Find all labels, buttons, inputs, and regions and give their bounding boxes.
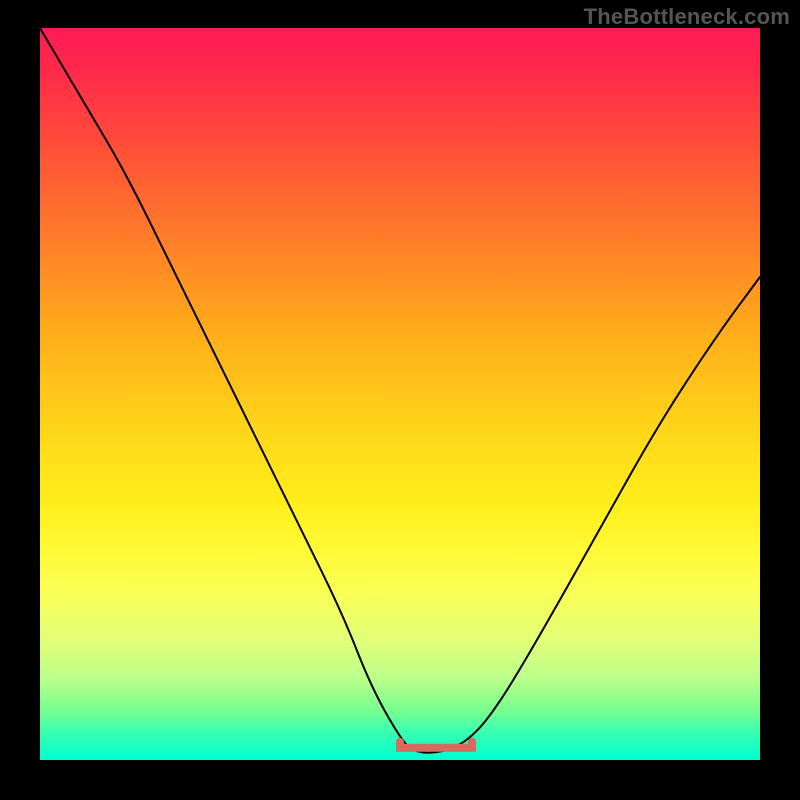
plot-area [40,28,760,760]
curve-layer [40,28,760,760]
chart-frame: TheBottleneck.com [0,0,800,800]
bottleneck-curve [40,28,760,753]
watermark-text: TheBottleneck.com [584,4,790,30]
